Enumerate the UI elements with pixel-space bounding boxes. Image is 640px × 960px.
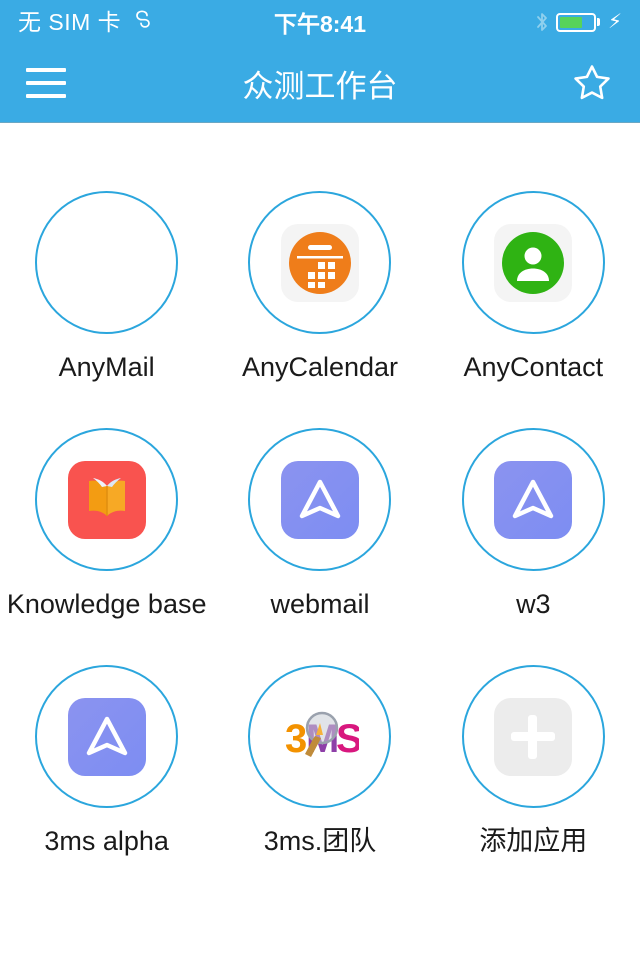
nav-bar: 众测工作台	[0, 44, 640, 123]
app-label: 3ms alpha	[44, 826, 169, 856]
charging-bolt-icon: ⚡	[607, 11, 622, 33]
app-item-knowledge-base[interactable]: Knowledge base	[0, 428, 213, 618]
svg-text:3: 3	[285, 717, 307, 761]
app-label: w3	[516, 589, 551, 619]
plus-icon	[494, 697, 573, 776]
app-icon-circle[interactable]	[461, 191, 605, 334]
calendar-icon	[280, 223, 359, 302]
svg-text:S: S	[336, 717, 359, 761]
navigation-arrow-icon	[494, 460, 573, 539]
open-book-icon	[67, 460, 146, 539]
status-bar-left: 无 SIM 卡	[18, 9, 154, 35]
app-icon-circle[interactable]: 3MS	[248, 665, 392, 808]
contact-person-icon	[494, 223, 573, 302]
app-label: AnyContact	[463, 352, 604, 382]
3ms-logo-icon: 3MS	[281, 698, 359, 776]
star-outline-icon[interactable]	[570, 61, 614, 105]
battery-body	[555, 12, 596, 32]
page-title: 众测工作台	[242, 68, 398, 104]
battery-fill	[559, 16, 583, 28]
app-item-3ms-alpha[interactable]: 3ms alpha	[0, 665, 213, 855]
app-label: 添加应用	[479, 826, 588, 856]
app-item-anycalendar[interactable]: AnyCalendar	[213, 191, 426, 381]
app-item-anymail[interactable]: AnyMail	[0, 191, 213, 381]
app-item-webmail[interactable]: webmail	[213, 428, 426, 618]
carrier-label: 无 SIM 卡	[18, 8, 122, 35]
plus-glyph	[511, 714, 556, 759]
app-icon-circle[interactable]	[35, 665, 179, 808]
app-icon-circle[interactable]	[461, 428, 605, 571]
calendar-disc	[288, 231, 351, 294]
app-grid: AnyMail AnyCalendar AnyContact Knowledge ba…	[0, 123, 640, 855]
app-icon-circle[interactable]	[461, 665, 605, 808]
hamburger-bar	[26, 94, 66, 98]
app-item-[interactable]: 添加应用	[427, 665, 640, 855]
hamburger-menu-icon[interactable]	[26, 68, 66, 98]
app-item-anycontact[interactable]: AnyContact	[427, 191, 640, 381]
navigation-arrow-icon	[280, 460, 359, 539]
battery-indicator	[555, 12, 600, 32]
contact-disc	[502, 231, 565, 294]
app-label: AnyCalendar	[241, 352, 399, 382]
battery-cap	[596, 18, 600, 26]
app-item-w3[interactable]: w3	[427, 428, 640, 618]
app-icon-circle[interactable]	[35, 191, 179, 334]
navigation-arrow-icon	[67, 697, 146, 776]
app-item-3ms[interactable]: 3MS 3ms.团队	[213, 665, 426, 855]
status-bar: 无 SIM 卡 下午8:41 ⚡	[0, 0, 640, 44]
hamburger-bar	[26, 81, 66, 85]
loop-icon	[130, 9, 154, 35]
bluetooth-icon	[535, 11, 549, 33]
app-icon-circle[interactable]	[35, 428, 179, 571]
app-icon-circle[interactable]	[248, 428, 392, 571]
app-icon-circle[interactable]	[248, 191, 392, 334]
app-label: AnyMail	[58, 352, 155, 382]
app-label: webmail	[270, 589, 370, 619]
app-label: Knowledge base	[6, 589, 207, 619]
status-bar-right: ⚡	[535, 11, 622, 33]
hamburger-bar	[26, 68, 66, 72]
app-label: 3ms.团队	[263, 826, 377, 856]
